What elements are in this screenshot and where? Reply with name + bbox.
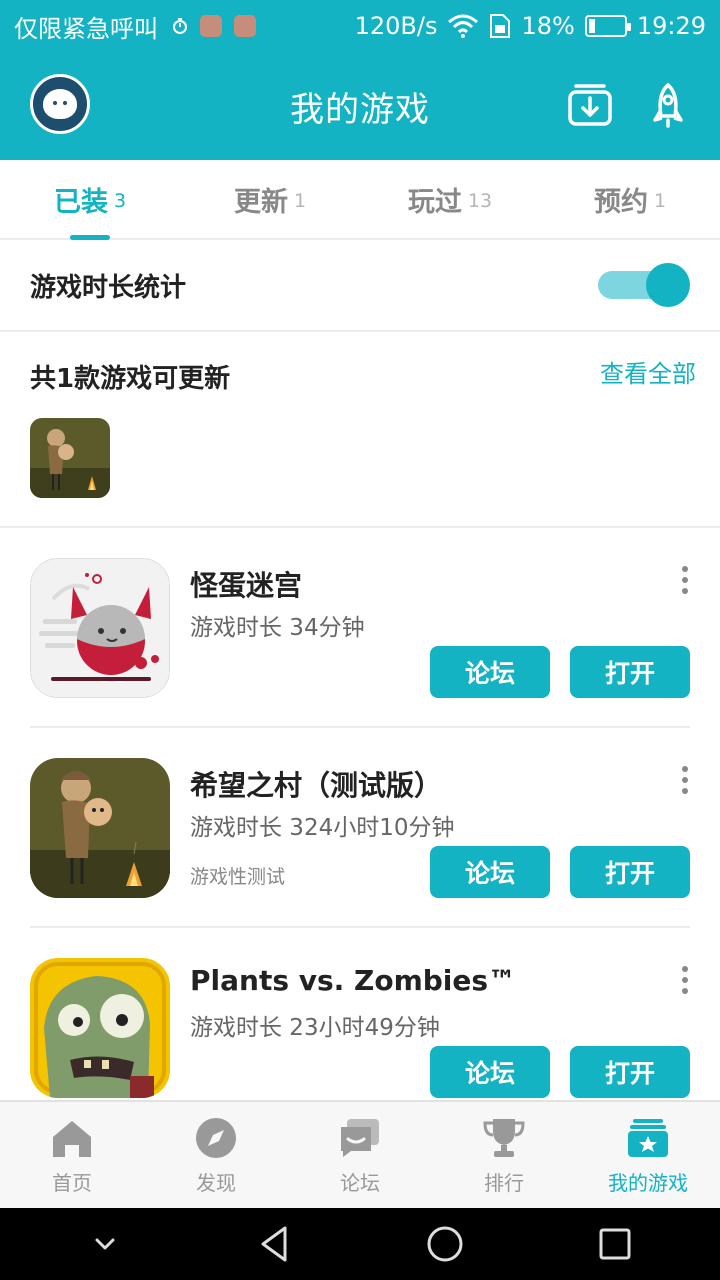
game-item: 希望之村（测试版） 游戏时长 324小时10分钟 游戏性测试 论坛 打开 <box>30 728 690 928</box>
home-icon <box>53 1120 91 1157</box>
game-playtime: 游戏时长 23小时49分钟 <box>190 1015 440 1041</box>
status-bar: 仅限紧急呼叫 120B/s 18% 19:29 <box>0 0 720 52</box>
game-item: 怪蛋迷宫 游戏时长 34分钟 论坛 打开 <box>30 528 690 728</box>
nav-home[interactable]: 首页 <box>0 1102 144 1208</box>
more-options-icon[interactable] <box>680 966 690 998</box>
game-icon[interactable] <box>30 758 170 898</box>
nav-ranking[interactable]: 排行 <box>432 1102 576 1208</box>
nav-label: 我的游戏 <box>608 1170 688 1195</box>
tab-count: 1 <box>293 190 307 212</box>
notification-icons <box>172 15 256 37</box>
my-games-icon <box>628 1118 668 1157</box>
nav-label: 发现 <box>196 1170 236 1195</box>
more-options-icon[interactable] <box>680 566 690 598</box>
more-options-icon[interactable] <box>680 766 690 798</box>
updates-section: 共1款游戏可更新 查看全部 <box>0 332 720 528</box>
toggle-knob <box>646 263 690 307</box>
carrier-text: 仅限紧急呼叫 <box>14 14 158 43</box>
tab-label: 玩过 <box>407 186 462 218</box>
timer-icon <box>173 18 187 34</box>
bottom-nav: 首页 发现 论坛 排行 我的游戏 <box>0 1100 720 1208</box>
app-notification-icon <box>234 15 256 37</box>
tab-updates[interactable]: 更新 1 <box>180 160 360 238</box>
chevron-down-icon[interactable] <box>85 1224 125 1264</box>
egg-maze-game-icon <box>31 559 169 697</box>
game-item: Plants vs. Zombies™ 游戏时长 23小时49分钟 论坛 打开 <box>30 928 690 1128</box>
open-button[interactable]: 打开 <box>570 846 690 898</box>
trophy-icon <box>483 1118 525 1157</box>
nav-forum[interactable]: 论坛 <box>288 1102 432 1208</box>
game-name: Plants vs. Zombies™ <box>190 964 517 997</box>
tab-installed[interactable]: 已装 3 <box>0 160 180 240</box>
updates-heading: 共1款游戏可更新 <box>30 364 231 394</box>
page-title: 我的游戏 <box>290 89 430 130</box>
forum-button[interactable]: 论坛 <box>430 846 550 898</box>
game-playtime: 游戏时长 324小时10分钟 <box>190 815 455 841</box>
forum-button[interactable]: 论坛 <box>430 1046 550 1098</box>
tab-count: 13 <box>467 190 493 212</box>
nav-label: 排行 <box>484 1170 524 1195</box>
playtime-stats-row: 游戏时长统计 <box>0 240 720 332</box>
tab-label: 已装 <box>53 186 108 218</box>
mail-notification-icon <box>200 15 222 37</box>
tab-count: 1 <box>653 190 667 212</box>
tab-count: 3 <box>113 190 127 212</box>
open-button[interactable]: 打开 <box>570 646 690 698</box>
tab-reserved[interactable]: 预约 1 <box>540 160 720 238</box>
rocket-icon[interactable] <box>644 82 692 130</box>
hope-village-game-icon <box>30 758 170 898</box>
home-circle-icon[interactable] <box>425 1224 465 1264</box>
avatar[interactable] <box>30 74 90 134</box>
nav-discover[interactable]: 发现 <box>144 1102 288 1208</box>
wifi-icon <box>448 14 479 38</box>
download-manager-icon[interactable] <box>566 82 614 130</box>
tab-played[interactable]: 玩过 13 <box>360 160 540 238</box>
plants-vs-zombies-game-icon <box>30 958 170 1098</box>
nav-my-games[interactable]: 我的游戏 <box>576 1102 720 1208</box>
game-status-tag: 游戏性测试 <box>190 866 286 888</box>
view-all-link[interactable]: 查看全部 <box>600 354 696 389</box>
playtime-stats-label: 游戏时长统计 <box>30 272 187 303</box>
recents-icon[interactable] <box>595 1224 635 1264</box>
game-name: 怪蛋迷宫 <box>190 569 303 602</box>
nav-label: 首页 <box>52 1170 92 1195</box>
back-icon[interactable] <box>255 1224 295 1264</box>
game-playtime: 游戏时长 34分钟 <box>190 615 365 641</box>
battery-percent: 18% <box>521 12 575 40</box>
tab-bar: 已装 3 更新 1 玩过 13 预约 1 <box>0 160 720 240</box>
battery-icon <box>584 15 631 37</box>
game-name: 希望之村（测试版） <box>190 769 443 802</box>
network-speed: 120B/s <box>354 12 438 40</box>
nav-label: 论坛 <box>340 1170 380 1195</box>
playtime-stats-toggle[interactable] <box>598 263 690 307</box>
avatar-face-icon <box>43 89 77 119</box>
forum-button[interactable]: 论坛 <box>430 646 550 698</box>
game-icon[interactable] <box>30 558 170 698</box>
app-header: 我的游戏 <box>0 52 720 160</box>
game-icon[interactable] <box>30 958 170 1098</box>
hope-village-thumb-icon <box>30 418 110 498</box>
clock: 19:29 <box>636 12 706 40</box>
system-nav-bar <box>0 1208 720 1280</box>
compass-icon <box>196 1117 236 1158</box>
sim-icon <box>490 14 511 38</box>
tab-label: 更新 <box>233 186 288 218</box>
forum-icon <box>341 1118 379 1157</box>
update-game-thumbnail[interactable] <box>30 418 110 498</box>
tab-label: 预约 <box>593 186 648 218</box>
open-button[interactable]: 打开 <box>570 1046 690 1098</box>
